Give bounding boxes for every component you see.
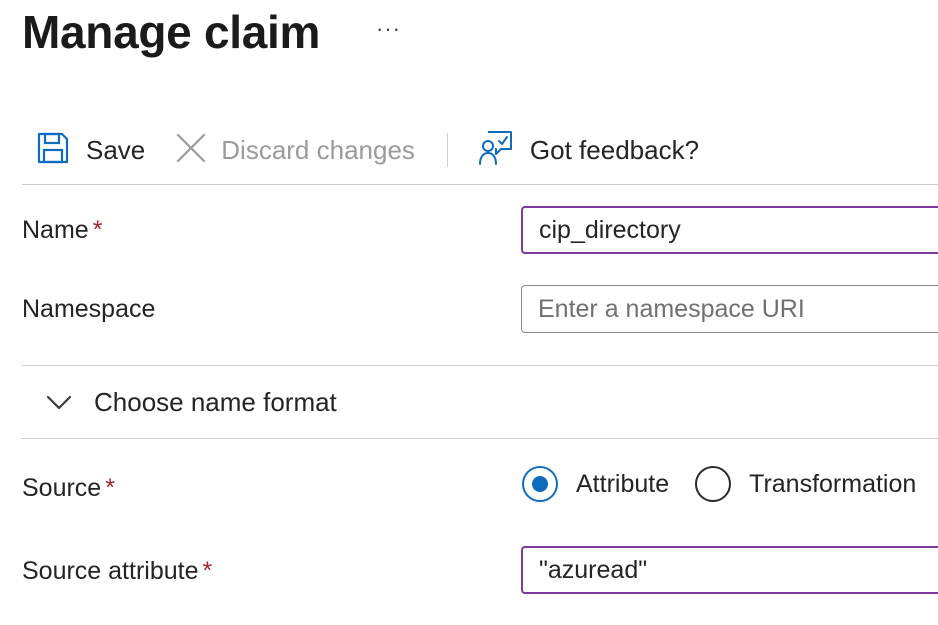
namespace-label: Namespace [22,294,155,324]
name-label: Name * [22,215,102,245]
command-bar: Save Discard changes Got feedback? [22,120,938,180]
chevron-down-icon [46,389,72,415]
namespace-input[interactable] [521,285,938,333]
page-title: Manage claim [22,6,321,58]
source-attribute-label: Source attribute * [22,556,212,586]
required-marker: * [202,557,213,585]
toolbar-divider [446,133,448,167]
more-options-button[interactable]: ··· [376,14,401,44]
source-attribute-radio-label: Attribute [576,469,670,498]
required-marker: * [92,216,103,244]
choose-name-format-label: Choose name format [94,386,337,417]
name-input[interactable] [521,206,938,254]
save-button-label: Save [86,135,146,165]
save-button[interactable]: Save [36,120,145,180]
discard-changes-button[interactable]: Discard changes [175,120,415,180]
manage-claim-page: Manage claim ··· Save Discard changes Go… [0,0,938,625]
source-label-text: Source [22,474,102,502]
radio-indicator [695,466,732,502]
source-transformation-radio[interactable]: Transformation [695,466,916,502]
source-attribute-combobox[interactable] [521,546,938,594]
source-label: Source * [22,473,115,503]
source-attribute-label-text: Source attribute [22,557,199,585]
source-transformation-radio-label: Transformation [749,469,917,498]
feedback-label: Got feedback? [529,135,700,165]
feedback-button[interactable]: Got feedback? [478,120,699,180]
choose-name-format-toggle[interactable]: Choose name format [22,366,938,438]
close-icon [175,132,207,169]
toolbar-divider-line [22,184,938,185]
source-attribute-radio[interactable]: Attribute [522,466,669,502]
discard-changes-label: Discard changes [221,135,415,165]
source-radio-group: Attribute Transformation [522,462,916,506]
required-marker: * [105,474,115,502]
namespace-label-text: Namespace [22,295,156,323]
section-divider-bottom [22,438,938,439]
feedback-icon [478,130,514,171]
name-label-text: Name [22,216,89,244]
radio-selected-indicator [522,466,558,502]
save-icon [36,131,70,170]
